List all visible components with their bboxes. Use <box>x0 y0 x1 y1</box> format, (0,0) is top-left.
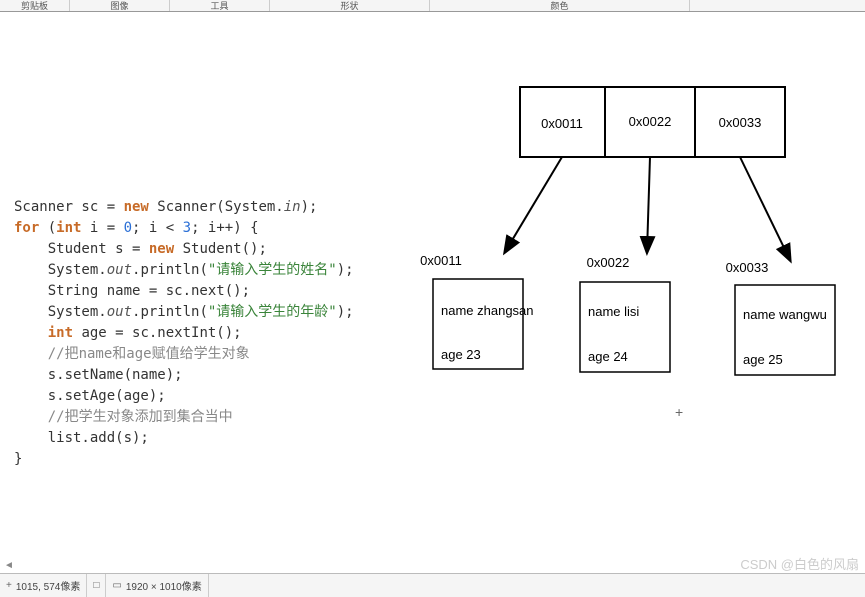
svg-text:0x0022: 0x0022 <box>587 255 630 270</box>
status-coords: + 1015, 574像素 <box>0 574 87 597</box>
svg-text:age 24: age 24 <box>588 349 628 364</box>
status-selection: □ <box>87 574 106 597</box>
svg-text:0x0033: 0x0033 <box>726 260 769 275</box>
svg-text:0x0011: 0x0011 <box>420 253 462 268</box>
code-snippet: Scanner sc = new Scanner(System.in); for… <box>0 12 354 572</box>
canvas-content: Scanner sc = new Scanner(System.in); for… <box>0 12 865 572</box>
memory-diagram: 0x0011 0x0022 0x0033 0x0011 0x0022 0x003… <box>395 72 855 432</box>
top-toolbar: 剪贴板 图像 工具 形状 颜色 <box>0 0 865 12</box>
svg-text:age 25: age 25 <box>743 352 783 367</box>
selection-icon: □ <box>93 580 99 591</box>
dimensions-icon: ▭ <box>112 580 121 591</box>
svg-text:name lisi: name lisi <box>588 304 639 319</box>
svg-text:age 23: age 23 <box>441 347 481 362</box>
watermark-text: CSDN @白色的风扇 <box>740 554 859 573</box>
tab-shapes[interactable]: 形状 <box>270 0 430 11</box>
status-bar: + 1015, 574像素 □ ▭ 1920 × 1010像素 <box>0 573 865 597</box>
svg-text:0x0033: 0x0033 <box>719 115 762 130</box>
svg-text:0x0022: 0x0022 <box>629 114 672 129</box>
scroll-left-icon[interactable]: ◄ <box>4 560 14 571</box>
status-dimensions: ▭ 1920 × 1010像素 <box>106 574 208 597</box>
tab-colors[interactable]: 颜色 <box>430 0 690 11</box>
cursor-crosshair-icon: + <box>675 404 683 420</box>
tab-image[interactable]: 图像 <box>70 0 170 11</box>
tab-tools[interactable]: 工具 <box>170 0 270 11</box>
svg-text:name wangwu: name wangwu <box>743 307 827 322</box>
svg-text:name zhangsan: name zhangsan <box>441 303 534 318</box>
crosshair-icon: + <box>6 580 12 591</box>
svg-text:0x0011: 0x0011 <box>541 116 583 131</box>
tab-clipboard[interactable]: 剪贴板 <box>0 0 70 11</box>
